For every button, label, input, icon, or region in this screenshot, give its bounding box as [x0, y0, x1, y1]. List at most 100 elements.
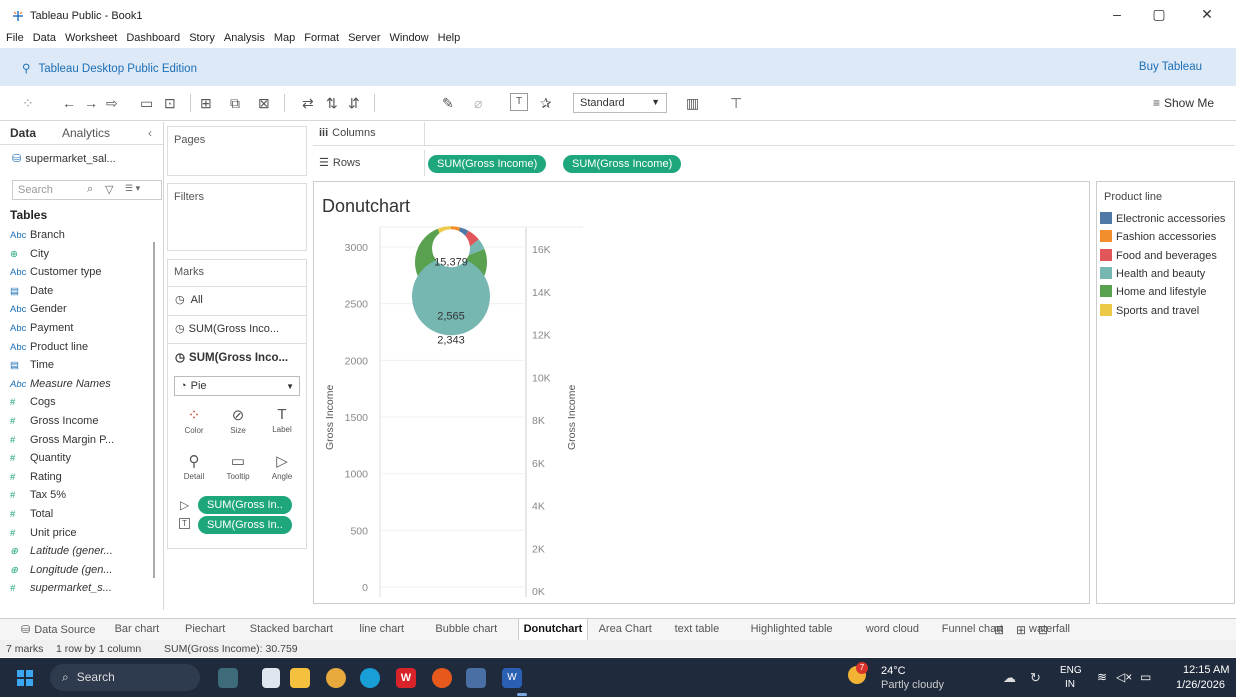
new-dashboard-icon[interactable]: ⊞ [1016, 623, 1026, 637]
marks-sum-1[interactable]: ◷ SUM(Gross Inco... [168, 315, 306, 341]
close-button[interactable]: ✕ [1192, 6, 1222, 26]
tooltip-button[interactable]: ▭ Tooltip [218, 448, 258, 490]
field-item[interactable]: Abc Product line [10, 341, 88, 353]
color-button[interactable]: ⁘ Color [174, 402, 214, 444]
marks-all[interactable]: ◷ All [168, 286, 306, 312]
sheet-tab[interactable]: word cloud [861, 623, 924, 635]
scrollbar[interactable] [153, 242, 155, 578]
field-item[interactable]: ▤ Time [10, 359, 54, 371]
fix-axes-icon[interactable]: ✰ [540, 95, 552, 112]
field-item[interactable]: # Gross Income [10, 415, 98, 427]
battery-icon[interactable]: ▭ [1140, 670, 1151, 684]
edge-icon[interactable] [360, 668, 380, 688]
legend-item[interactable]: Sports and travel [1100, 303, 1199, 317]
menu-server[interactable]: Server [348, 32, 380, 44]
sheet-tab[interactable]: Stacked barchart [245, 623, 338, 635]
new-story-icon[interactable]: ⊡ [1038, 623, 1048, 637]
sheet-tab[interactable]: line chart [354, 623, 409, 635]
field-item[interactable]: # Tax 5% [10, 489, 66, 501]
sheet-tab[interactable]: Highlighted table [746, 623, 838, 635]
sheet-tab[interactable]: waterfall [1024, 623, 1075, 635]
clear-sheet-icon[interactable]: ⊠ [258, 95, 270, 112]
field-item[interactable]: # Rating [10, 471, 62, 483]
row-pill-1[interactable]: SUM(Gross Income) [428, 155, 547, 173]
field-item[interactable]: ⊕ Latitude (gener... [10, 545, 113, 557]
field-item[interactable]: Abc Gender [10, 303, 67, 315]
new-worksheet-icon[interactable]: ⊞ [994, 623, 1004, 637]
task-view-icon[interactable] [262, 668, 280, 688]
legend-item[interactable]: Fashion accessories [1100, 230, 1216, 243]
new-datasource-icon[interactable]: ⊡ [164, 95, 176, 112]
field-item[interactable]: # Cogs [10, 396, 56, 408]
menu-file[interactable]: File [6, 32, 24, 44]
sheet-tab[interactable]: Bar chart [110, 623, 165, 635]
swap-icon[interactable]: ⇄ [302, 95, 314, 112]
field-item[interactable]: # supermarket_s... [10, 582, 112, 594]
taskbar-widget-icon[interactable] [218, 668, 238, 688]
rows-shelf[interactable]: ☰ Rows SUM(Gross Income) SUM(Gross Income… [313, 150, 1235, 176]
sheet-tab[interactable]: Area Chart [594, 623, 657, 635]
field-item[interactable]: Abc Branch [10, 229, 65, 241]
redo-icon[interactable]: → [84, 95, 98, 111]
datasource-item[interactable]: ⛁ supermarket_sal... [12, 152, 116, 165]
label-pill[interactable]: SUM(Gross In.. [198, 516, 292, 534]
language-code[interactable]: ENG [1060, 665, 1082, 676]
collapse-pane-icon[interactable]: ‹ [148, 126, 152, 140]
menu-window[interactable]: Window [390, 32, 429, 44]
wps-icon[interactable]: W [396, 668, 416, 688]
sheet-tab[interactable]: Piechart [180, 623, 230, 635]
tab-analytics[interactable]: Analytics [62, 126, 110, 140]
field-item[interactable]: # Total [10, 508, 53, 520]
fit-select[interactable]: Standard ▼ [573, 93, 667, 113]
tableau-taskbar-icon[interactable] [466, 668, 486, 688]
minimize-button[interactable]: – [1102, 6, 1132, 26]
search-input[interactable]: Search ⌕ ▽ ☰ ▾ [12, 180, 162, 200]
legend-item[interactable]: Electronic accessories [1100, 212, 1225, 225]
donut-chart[interactable]: 3000 2500 2000 1500 1000 500 0 16K 14K 12K 10K 8K 6K… [313, 215, 603, 605]
file-explorer-icon[interactable] [290, 668, 310, 688]
field-item[interactable]: # Quantity [10, 452, 71, 464]
field-item[interactable]: Abc Customer type [10, 266, 102, 278]
tab-data[interactable]: Data [10, 126, 36, 140]
menu-format[interactable]: Format [304, 32, 339, 44]
columns-shelf[interactable]: iii Columns [313, 122, 1235, 146]
detail-button[interactable]: ⚲ Detail [174, 448, 214, 490]
field-item[interactable]: # Gross Margin P... [10, 434, 114, 446]
field-item[interactable]: ⊕ City [10, 248, 49, 260]
replay-icon[interactable]: ⇨ [106, 95, 118, 112]
field-item[interactable]: Abc Measure Names [10, 378, 111, 390]
angle-pill[interactable]: SUM(Gross In.. [198, 496, 292, 514]
legend-item[interactable]: Health and beauty [1100, 266, 1205, 280]
sheet-tab[interactable]: Donutchart [517, 619, 589, 640]
show-me-button[interactable]: ≡ Show Me [1153, 96, 1214, 110]
volume-icon[interactable]: ◁× [1116, 670, 1132, 684]
word-icon[interactable]: W [502, 668, 522, 688]
marks-sum-2[interactable]: ◷ SUM(Gross Inco... [168, 343, 306, 369]
legend-item[interactable]: Food and beverages [1100, 248, 1217, 262]
sheet-tab[interactable]: ⛁ Data Source [16, 623, 100, 636]
sort-descending-icon[interactable]: ⇵ [348, 95, 360, 112]
menu-data[interactable]: Data [33, 32, 56, 44]
menu-story[interactable]: Story [189, 32, 215, 44]
save-icon[interactable]: ▭ [140, 95, 153, 112]
sheet-tab[interactable]: Bubble chart [430, 623, 502, 635]
menu-worksheet[interactable]: Worksheet [65, 32, 117, 44]
buy-tableau-link[interactable]: Buy Tableau [1139, 61, 1202, 73]
mark-type-select[interactable]: ◔ Pie ▼ [174, 376, 300, 396]
taskbar-search[interactable]: ⌕ Search [50, 664, 200, 691]
menu-map[interactable]: Map [274, 32, 295, 44]
legend-item[interactable]: Home and lifestyle [1100, 285, 1207, 298]
sync-icon[interactable]: ↻ [1030, 670, 1041, 686]
menu-analysis[interactable]: Analysis [224, 32, 265, 44]
field-item[interactable]: ▤ Date [10, 285, 53, 297]
field-item[interactable]: ⊕ Longitude (gen... [10, 564, 113, 576]
clock-time[interactable]: 12:15 AM [1183, 664, 1229, 676]
field-item[interactable]: Abc Payment [10, 322, 73, 334]
label-button[interactable]: T Label [262, 402, 302, 444]
menu-help[interactable]: Help [438, 32, 461, 44]
sheet-tab[interactable]: text table [670, 623, 725, 635]
undo-icon[interactable]: ← [62, 95, 76, 111]
field-item[interactable]: # Unit price [10, 527, 76, 539]
maximize-button[interactable]: ▢ [1144, 6, 1174, 26]
inner-circle-mark[interactable] [412, 257, 490, 336]
